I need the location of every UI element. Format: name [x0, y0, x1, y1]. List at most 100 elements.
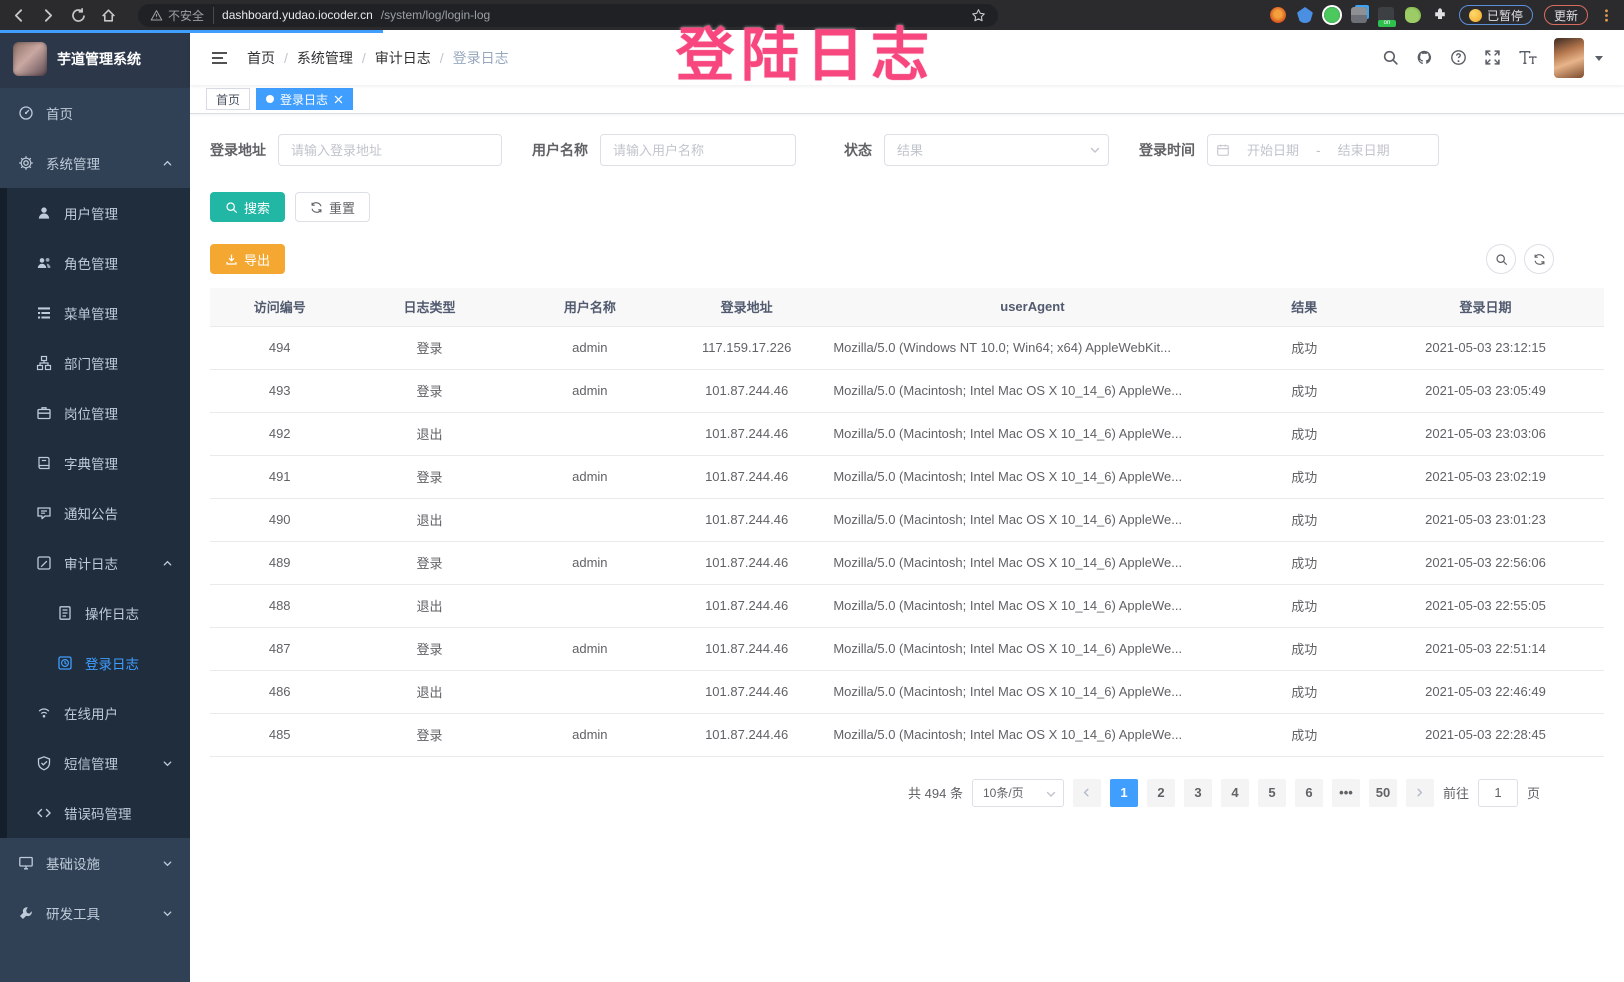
cell-id: 489: [210, 541, 349, 584]
active-tab-dot: [266, 95, 274, 103]
sidebar-item-role-management[interactable]: 角色管理: [0, 238, 190, 288]
sidebar-item-user-management[interactable]: 用户管理: [0, 188, 190, 238]
login-address-input[interactable]: [278, 134, 502, 166]
sidebar-item-login-log[interactable]: 登录日志: [0, 638, 190, 688]
profile-paused-badge[interactable]: 已暂停: [1459, 5, 1533, 25]
code-icon: [36, 805, 52, 821]
sidebar-item-home[interactable]: 首页: [0, 88, 190, 138]
browser-menu-icon[interactable]: [1599, 8, 1614, 23]
extension-gem-icon[interactable]: [1297, 7, 1313, 23]
sidebar-item-online-users[interactable]: 在线用户: [0, 688, 190, 738]
page-button-50[interactable]: 50: [1369, 779, 1397, 807]
cell-id: 493: [210, 369, 349, 412]
chevron-left-icon: [1081, 787, 1092, 798]
extension-list-icon[interactable]: on: [1378, 7, 1394, 23]
extension-green-circle-icon[interactable]: [1324, 7, 1340, 23]
sidebar-item-error-code-management[interactable]: 错误码管理: [0, 788, 190, 838]
page-button-5[interactable]: 5: [1258, 779, 1286, 807]
help-icon[interactable]: [1450, 49, 1467, 66]
bookmark-star-icon[interactable]: [971, 8, 986, 23]
toggle-search-button[interactable]: [1486, 244, 1516, 274]
sidebar-item-dict-management[interactable]: 字典管理: [0, 438, 190, 488]
status-select[interactable]: [884, 134, 1109, 166]
page-button-6[interactable]: 6: [1295, 779, 1323, 807]
sidebar-logo[interactable]: 芋道管理系统: [0, 30, 190, 88]
chevron-up-icon: [162, 558, 173, 569]
cell-id: 491: [210, 455, 349, 498]
cell-date: 2021-05-03 22:56:06: [1367, 541, 1604, 584]
github-icon[interactable]: [1416, 49, 1433, 66]
sidebar-item-post-management[interactable]: 岗位管理: [0, 388, 190, 438]
export-button[interactable]: 导出: [210, 244, 285, 274]
extension-plant-icon[interactable]: [1405, 7, 1421, 23]
font-size-icon[interactable]: [1518, 49, 1537, 66]
loading-progress-bar: [0, 30, 383, 33]
user-avatar[interactable]: [1554, 38, 1584, 78]
end-date-input[interactable]: [1325, 143, 1403, 158]
tab-登录日志[interactable]: 登录日志: [256, 88, 353, 110]
cell-result: 成功: [1242, 412, 1367, 455]
sidebar-item-audit-log[interactable]: 审计日志: [0, 538, 190, 588]
chevron-down-icon: [162, 858, 173, 869]
cell-id: 494: [210, 326, 349, 369]
page-button-4[interactable]: 4: [1221, 779, 1249, 807]
address-bar[interactable]: 不安全 dashboard.yudao.iocoder.cn/system/lo…: [138, 4, 998, 27]
page-size-select[interactable]: 10条/页: [972, 779, 1064, 807]
column-header-user: 用户名称: [510, 288, 670, 326]
sidebar-item-infrastructure[interactable]: 基础设施: [0, 838, 190, 888]
search-button[interactable]: 搜索: [210, 192, 285, 222]
cell-ua: Mozilla/5.0 (Macintosh; Intel Mac OS X 1…: [823, 584, 1241, 627]
breadcrumb-item[interactable]: 首页: [247, 48, 275, 68]
browser-back-button[interactable]: [10, 7, 27, 24]
column-header-id: 访问编号: [210, 288, 349, 326]
more-pages-button[interactable]: •••: [1332, 779, 1360, 807]
breadcrumb: 首页/系统管理/审计日志/登录日志: [247, 48, 509, 68]
page-button-1[interactable]: 1: [1110, 779, 1138, 807]
security-warning[interactable]: 不安全: [150, 7, 214, 24]
column-header-date: 登录日期: [1367, 288, 1604, 326]
cell-id: 492: [210, 412, 349, 455]
date-separator: -: [1316, 142, 1321, 158]
cell-result: 成功: [1242, 627, 1367, 670]
browser-home-button[interactable]: [100, 7, 117, 24]
username-input[interactable]: [600, 134, 796, 166]
avatar-caret-down-icon[interactable]: [1594, 53, 1604, 63]
cell-user: admin: [510, 326, 670, 369]
page-button-3[interactable]: 3: [1184, 779, 1212, 807]
sidebar-item-operation-log[interactable]: 操作日志: [0, 588, 190, 638]
cell-date: 2021-05-03 23:05:49: [1367, 369, 1604, 412]
breadcrumb-item[interactable]: 系统管理: [297, 48, 353, 68]
refresh-table-button[interactable]: [1524, 244, 1554, 274]
sidebar-item-menu-management[interactable]: 菜单管理: [0, 288, 190, 338]
sidebar-item-dev-tools[interactable]: 研发工具: [0, 888, 190, 938]
extension-orange-icon[interactable]: [1270, 7, 1286, 23]
sidebar-toggle-icon[interactable]: [210, 50, 229, 66]
extension-grid-icon[interactable]: [1351, 7, 1367, 23]
next-page-button[interactable]: [1406, 779, 1434, 807]
goto-page-input[interactable]: [1478, 779, 1518, 807]
page-button-2[interactable]: 2: [1147, 779, 1175, 807]
cell-date: 2021-05-03 23:03:06: [1367, 412, 1604, 455]
browser-forward-button[interactable]: [40, 7, 57, 24]
breadcrumb-item[interactable]: 审计日志: [375, 48, 431, 68]
sidebar-item-notice-announcement[interactable]: 通知公告: [0, 488, 190, 538]
tab-首页[interactable]: 首页: [206, 88, 250, 110]
url-path: /system/log/login-log: [381, 8, 490, 22]
browser-update-button[interactable]: 更新: [1544, 5, 1588, 25]
date-range-picker[interactable]: -: [1207, 134, 1439, 166]
cell-id: 487: [210, 627, 349, 670]
prev-page-button[interactable]: [1073, 779, 1101, 807]
reset-button[interactable]: 重置: [295, 192, 370, 222]
start-date-input[interactable]: [1234, 143, 1312, 158]
cell-date: 2021-05-03 22:28:45: [1367, 713, 1604, 756]
close-icon[interactable]: [334, 95, 343, 104]
extensions-puzzle-icon[interactable]: [1432, 7, 1448, 23]
table-row: 489登录admin101.87.244.46Mozilla/5.0 (Maci…: [210, 541, 1604, 584]
header-search-icon[interactable]: [1382, 49, 1399, 66]
fullscreen-icon[interactable]: [1484, 49, 1501, 66]
sidebar-item-system-management[interactable]: 系统管理: [0, 138, 190, 188]
sidebar-item-dept-management[interactable]: 部门管理: [0, 338, 190, 388]
sidebar-item-sms-management[interactable]: 短信管理: [0, 738, 190, 788]
cell-result: 成功: [1242, 584, 1367, 627]
browser-reload-button[interactable]: [70, 7, 87, 24]
